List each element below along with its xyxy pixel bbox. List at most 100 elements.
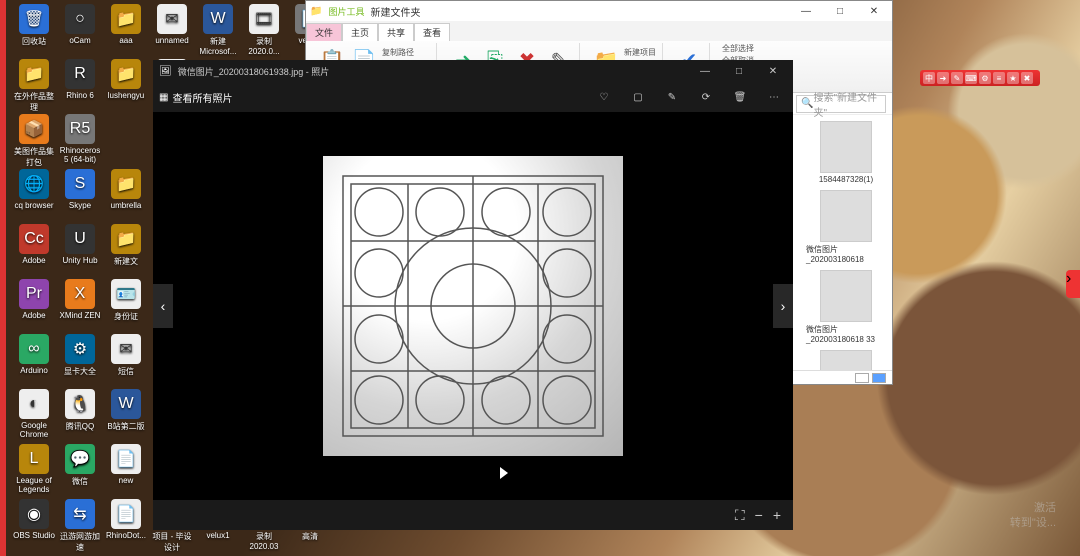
photos-maximize-button[interactable]: □ xyxy=(725,61,753,81)
ime-button[interactable]: ≡ xyxy=(993,72,1005,84)
photos-app-icon: 🖼 xyxy=(159,66,172,77)
picture-tools-tab[interactable]: 图片工具 xyxy=(328,5,364,18)
thumbnail-label: 微信图片_202003180618 xyxy=(806,244,886,264)
view-details-button[interactable] xyxy=(855,373,869,383)
desktop-icon[interactable]: ✉unnamed xyxy=(150,4,194,45)
edit-icon[interactable]: ✎ xyxy=(659,84,685,110)
desktop-icon[interactable]: CcAdobe xyxy=(12,224,56,265)
desktop-icon[interactable]: ∞Arduino xyxy=(12,334,56,375)
select-all-label[interactable]: 全部选择 xyxy=(722,43,754,54)
desktop-icon[interactable]: ◐Google Chrome xyxy=(12,389,56,439)
thumbnail-image xyxy=(820,190,872,242)
prev-photo-button[interactable]: ‹ xyxy=(153,284,173,328)
more-icon[interactable]: ⋯ xyxy=(761,84,787,110)
photos-close-button[interactable]: ✕ xyxy=(759,61,787,81)
desktop-icon[interactable]: 📄new xyxy=(104,444,148,485)
app-icon: 🐧 xyxy=(65,389,95,419)
icon-label: 录制 2020.03 xyxy=(242,531,286,551)
view-thumbs-button[interactable] xyxy=(872,373,886,383)
desktop-icon[interactable]: ○oCam xyxy=(58,4,102,45)
desktop-icon[interactable]: 📁umbrella xyxy=(104,169,148,210)
desktop-icon[interactable]: ◉OBS Studio xyxy=(12,499,56,540)
favorite-icon[interactable]: ♡ xyxy=(591,84,617,110)
desktop-icon[interactable]: UUnity Hub xyxy=(58,224,102,265)
desktop-icon[interactable]: 🎞录制 2020.0... xyxy=(242,4,286,56)
thumbnail-label: 1584487328(1) xyxy=(819,175,873,184)
desktop-icon[interactable]: LLeague of Legends xyxy=(12,444,56,494)
tab-file[interactable]: 文件 xyxy=(306,23,342,41)
file-thumbnail[interactable]: 微信图片_202003180618 xyxy=(806,190,886,264)
photos-titlebar[interactable]: 🖼 微信图片_20200318061938.jpg - 照片 — □ ✕ xyxy=(153,60,793,82)
file-thumbnail[interactable]: 1584487328(1) xyxy=(806,121,886,184)
desktop-icon[interactable]: XXMind ZEN xyxy=(58,279,102,320)
zoom-out-icon[interactable]: − xyxy=(755,507,763,523)
desktop-icon[interactable]: 🗑回收站 xyxy=(12,4,56,47)
next-photo-button[interactable]: › xyxy=(773,284,793,328)
app-icon: 📁 xyxy=(111,4,141,34)
app-icon: 📁 xyxy=(19,59,49,89)
desktop-icon[interactable]: RRhino 6 xyxy=(58,59,102,100)
file-thumbnail[interactable]: 微信图片_202003180618 33 xyxy=(806,270,886,344)
right-red-handle[interactable]: › xyxy=(1066,270,1080,298)
ime-button[interactable]: ➜ xyxy=(937,72,949,84)
desktop-icon[interactable]: 📁新建文 xyxy=(104,224,148,267)
desktop-icon[interactable]: ✉短信 xyxy=(104,334,148,377)
displayed-image xyxy=(323,156,623,456)
ime-button[interactable]: ⚙ xyxy=(979,72,991,84)
app-icon: 🌐 xyxy=(19,169,49,199)
photos-title: 微信图片_20200318061938.jpg - 照片 xyxy=(178,65,685,78)
desktop-icon[interactable]: ⚙显卡大全 xyxy=(58,334,102,377)
desktop-icon[interactable]: ⇆迅游网游加速 xyxy=(58,499,102,553)
minimize-button[interactable]: — xyxy=(792,2,820,20)
ime-button[interactable]: ✖ xyxy=(1021,72,1033,84)
desktop-icon[interactable]: 🌐cq browser xyxy=(12,169,56,210)
desktop-icon[interactable]: R5Rhinoceros 5 (64-bit) xyxy=(58,114,102,164)
tab-home[interactable]: 主页 xyxy=(342,23,378,41)
rotate-icon[interactable]: ⟳ xyxy=(693,84,719,110)
desktop-icon[interactable]: 📁aaa xyxy=(104,4,148,45)
desktop-icon[interactable]: WB站第二版 xyxy=(104,389,148,432)
app-icon: Pr xyxy=(19,279,49,309)
desktop-icon[interactable]: 🐧腾讯QQ xyxy=(58,389,102,432)
desktop-icon[interactable]: W新建 Microsof... xyxy=(196,4,240,56)
icon-label: OBS Studio xyxy=(12,531,56,540)
new-item-label[interactable]: 新建项目 xyxy=(624,47,656,58)
see-all-photos-button[interactable]: ▦ 查看所有照片 xyxy=(159,90,232,105)
explorer-titlebar[interactable]: 📁 图片工具 新建文件夹 — □ ✕ xyxy=(306,1,892,21)
thumbnail-label: 微信图片_202003180618 33 xyxy=(806,324,886,344)
tab-share[interactable]: 共享 xyxy=(378,23,414,41)
ribbon-tabs: 文件 主页 共享 查看 xyxy=(306,21,892,41)
desktop-icon[interactable]: 💬微信 xyxy=(58,444,102,487)
tab-view[interactable]: 查看 xyxy=(414,23,450,41)
ime-toolbar[interactable]: 中➜✎⌨⚙≡★✖ xyxy=(920,70,1040,86)
icon-label: Skype xyxy=(58,201,102,210)
copy-path-label[interactable]: 复制路径 xyxy=(382,47,430,58)
app-icon: L xyxy=(19,444,49,474)
search-box[interactable]: 🔍 搜索"新建文件夹" xyxy=(796,95,886,113)
ime-button[interactable]: 中 xyxy=(923,72,935,84)
desktop-icon[interactable]: SSkype xyxy=(58,169,102,210)
photos-minimize-button[interactable]: — xyxy=(691,61,719,81)
icon-label: Google Chrome xyxy=(12,421,56,439)
ime-button[interactable]: ✎ xyxy=(951,72,963,84)
desktop-icon[interactable]: 📁在外作品整理 xyxy=(12,59,56,113)
desktop-icon[interactable]: 🪪身份证 xyxy=(104,279,148,322)
icon-label: new xyxy=(104,476,148,485)
desktop-icon[interactable]: 📦美图作品集打包 xyxy=(12,114,56,168)
delete-icon[interactable]: 🗑 xyxy=(727,84,753,110)
maximize-button[interactable]: □ xyxy=(826,2,854,20)
slideshow-icon[interactable]: ▢ xyxy=(625,84,651,110)
icon-label: 新建文 xyxy=(104,256,148,267)
close-button[interactable]: ✕ xyxy=(860,2,888,20)
desktop-icon[interactable]: PrAdobe xyxy=(12,279,56,320)
photo-viewport[interactable]: ‹ › xyxy=(153,112,793,500)
zoom-in-icon[interactable]: + xyxy=(773,507,781,523)
see-all-label: 查看所有照片 xyxy=(172,90,232,105)
file-thumbnail[interactable]: 微信图片_202003180619 xyxy=(806,350,886,370)
ime-button[interactable]: ★ xyxy=(1007,72,1019,84)
desktop-icon[interactable]: 📁lushengyu xyxy=(104,59,148,100)
ime-button[interactable]: ⌨ xyxy=(965,72,977,84)
fit-icon[interactable]: ⛶ xyxy=(735,507,745,524)
desktop-icon[interactable]: 📄RhinoDot... xyxy=(104,499,148,540)
photos-footer: ⛶ − + xyxy=(153,500,793,530)
